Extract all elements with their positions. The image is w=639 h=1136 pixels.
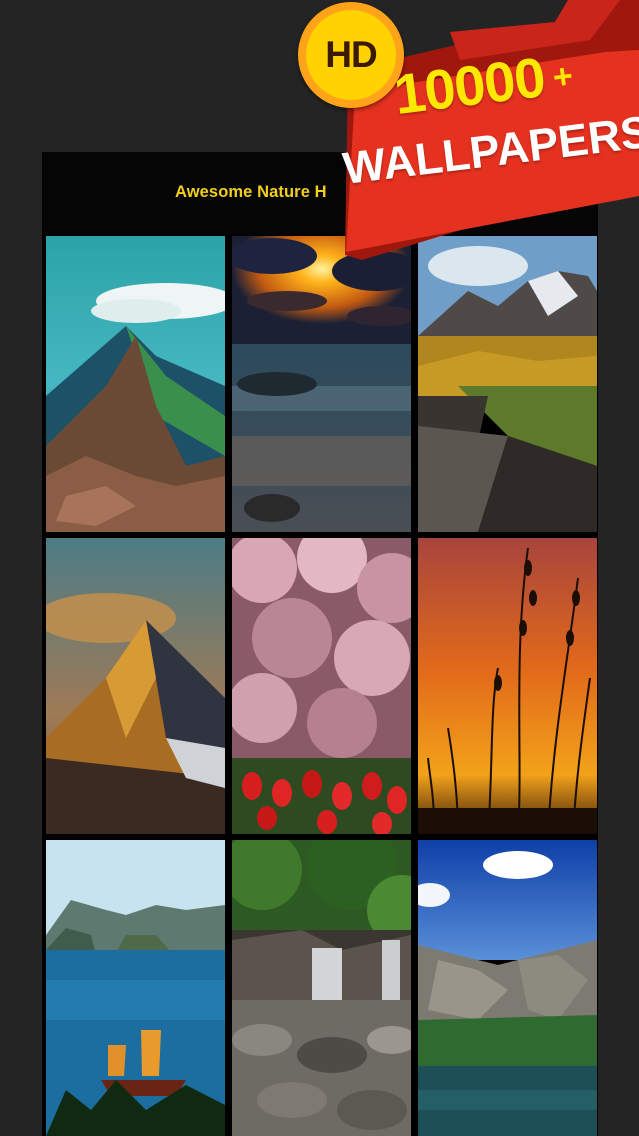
hd-label: HD bbox=[325, 34, 377, 75]
mountain-ridge-image bbox=[46, 236, 225, 532]
wallpaper-tile-snowy-peaks-stream[interactable] bbox=[418, 236, 597, 532]
wallpaper-tile-alpine-lake[interactable] bbox=[418, 840, 597, 1136]
wallpaper-tile-ha-long-bay-junk[interactable] bbox=[46, 840, 225, 1136]
count-plus-sign: + bbox=[550, 56, 576, 98]
wallpaper-tile-waterfall-rocks[interactable] bbox=[232, 840, 411, 1136]
wallpaper-tile-orange-sunset-grass[interactable] bbox=[418, 538, 597, 834]
waterfall-rocks-image bbox=[232, 840, 411, 1136]
snowy-peaks-image bbox=[418, 236, 597, 532]
alpine-lake-image bbox=[418, 840, 597, 1136]
wallpaper-grid bbox=[46, 236, 597, 1136]
cherry-blossom-image bbox=[232, 538, 411, 834]
orange-sunset-image bbox=[418, 538, 597, 834]
app-preview: Awesome Nature H bbox=[42, 152, 598, 1136]
wallpaper-tile-cherry-blossom-tulips[interactable] bbox=[232, 538, 411, 834]
wallpaper-tile-ocean-sunset[interactable] bbox=[232, 236, 411, 532]
golden-peak-image bbox=[46, 538, 225, 834]
app-screen: Awesome Nature H HD 10000 + WALLPAPERS bbox=[0, 0, 639, 1136]
ha-long-bay-image bbox=[46, 840, 225, 1136]
ocean-sunset-image bbox=[232, 236, 411, 532]
wallpaper-tile-mountain-ridge[interactable] bbox=[46, 236, 225, 532]
hd-badge: HD bbox=[298, 2, 404, 108]
wallpaper-tile-golden-peak[interactable] bbox=[46, 538, 225, 834]
